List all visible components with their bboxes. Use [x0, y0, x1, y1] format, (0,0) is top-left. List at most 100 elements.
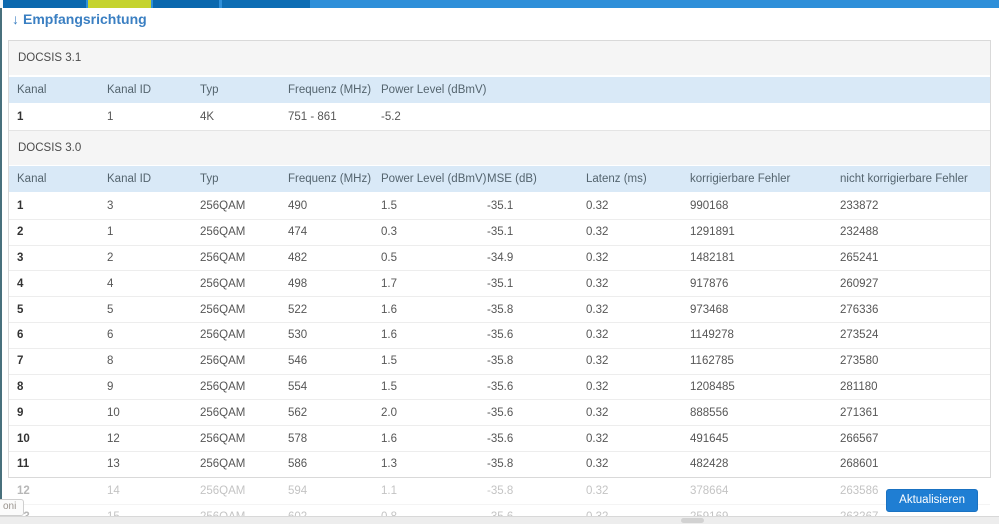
table-cell: 271361	[840, 406, 879, 419]
table-cell: 273580	[840, 355, 879, 368]
table-cell: 554	[288, 380, 308, 393]
refresh-button[interactable]: Aktualisieren	[886, 489, 978, 512]
section-header-docsis31: DOCSIS 3.1	[9, 41, 990, 75]
tab-segment-2[interactable]	[153, 0, 219, 8]
table-row: 9 10 256QAM 562 2.0 -35.6 0.32 888556 271361	[9, 399, 990, 426]
docsis30-table-body: 1 3 256QAM 490 1.5 -35.1 0.32 990168 233872 2 1 256…	[9, 193, 990, 477]
table-cell: 0.32	[586, 432, 609, 445]
table-cell: -35.8	[487, 355, 514, 368]
table-cell: 0.32	[586, 226, 609, 239]
tab-segment-active[interactable]	[88, 0, 151, 8]
table-cell: 751 - 861	[288, 111, 337, 123]
table-cell: 546	[288, 355, 308, 368]
table-cell: 4	[17, 277, 24, 290]
table-cell: 0.32	[586, 329, 609, 342]
table-cell: 256QAM	[200, 406, 246, 419]
tab-segment-3[interactable]	[222, 0, 310, 8]
table-cell: -35.1	[487, 199, 514, 212]
table-cell: 530	[288, 329, 308, 342]
table-cell: 490	[288, 199, 308, 212]
table-cell: -35.6	[487, 406, 514, 419]
table-row: 8 9 256QAM 554 1.5 -35.6 0.32 1208485 281180	[9, 373, 990, 400]
table-cell: 1149278	[690, 329, 734, 342]
table-cell: -34.9	[487, 251, 514, 264]
table-row: 4 4 256QAM 498 1.7 -35.1 0.32 917876 260927	[9, 270, 990, 297]
table-row: 12 14 256QAM 594 1.1 -35.8 0.32 378664 263586	[9, 478, 990, 504]
top-tab-strip	[0, 0, 999, 8]
table-cell: 256QAM	[200, 329, 246, 342]
horizontal-scrollbar-track[interactable]	[0, 516, 999, 524]
table-cell: 0.32	[586, 199, 609, 212]
table-cell: 266567	[840, 432, 879, 445]
table-cell: -35.8	[487, 458, 514, 471]
table-cell: 917876	[690, 277, 729, 290]
column-header: Kanal	[17, 173, 47, 185]
table-cell: 0.32	[586, 406, 609, 419]
table-cell: 3	[107, 199, 114, 212]
table-cell: 6	[17, 329, 24, 342]
table-cell: 1.6	[381, 329, 397, 342]
table-cell: 0.32	[586, 380, 609, 393]
table-cell: 256QAM	[200, 226, 246, 239]
table-cell: 474	[288, 226, 308, 239]
table-cell: -35.1	[487, 226, 514, 239]
table-cell: 1.1	[381, 484, 397, 497]
table-cell: 9	[107, 380, 114, 393]
table-cell: 2	[17, 226, 24, 239]
table-cell: 973468	[690, 303, 729, 316]
table-cell: 12	[107, 432, 120, 445]
table-cell: 0.32	[586, 303, 609, 316]
table-cell: 522	[288, 303, 308, 316]
column-header: Frequenz (MHz)	[288, 173, 372, 185]
table-cell: 1.5	[381, 380, 397, 393]
table-cell: 498	[288, 277, 308, 290]
page-title: ↓ Empfangsrichtung	[12, 11, 147, 27]
table-cell: 256QAM	[200, 277, 246, 290]
table-cell: 14	[107, 484, 120, 497]
table-cell: 2.0	[381, 406, 397, 419]
table-row: 5 5 256QAM 522 1.6 -35.8 0.32 973468 276336	[9, 296, 990, 322]
table-cell: 268601	[840, 458, 879, 471]
table-cell: -35.6	[487, 329, 514, 342]
table-cell: 1.5	[381, 199, 397, 212]
table-cell: 273524	[840, 329, 879, 342]
column-header: Power Level (dBmV)	[381, 84, 487, 96]
horizontal-scrollbar-thumb[interactable]	[681, 518, 704, 523]
column-header: Kanal	[17, 84, 47, 96]
table-cell: 256QAM	[200, 303, 246, 316]
table-cell: 1	[107, 226, 114, 239]
section-header-docsis30: DOCSIS 3.0	[9, 130, 990, 165]
table-row: 1 3 256QAM 490 1.5 -35.1 0.32 990168 233872	[9, 193, 990, 219]
table-cell: 378664	[690, 484, 729, 497]
table-cell: 256QAM	[200, 251, 246, 264]
table-cell: 7	[17, 355, 24, 368]
table-cell: -35.6	[487, 380, 514, 393]
table-cell: 0.3	[381, 226, 397, 239]
table-cell: 4	[107, 277, 114, 290]
table-cell: 260927	[840, 277, 879, 290]
column-header: Kanal ID	[107, 173, 152, 185]
table-cell: 3	[17, 251, 24, 264]
table-cell: -35.8	[487, 303, 514, 316]
table-cell: 10	[107, 406, 120, 419]
table-row: 2 1 256QAM 474 0.3 -35.1 0.32 1291891 232488	[9, 218, 990, 245]
table-cell: -35.6	[487, 432, 514, 445]
table-cell: 1291891	[690, 226, 735, 239]
table-row: 11 13 256QAM 586 1.3 -35.8 0.32 482428 268601	[9, 450, 990, 477]
column-header: nicht korrigierbare Fehler	[840, 173, 968, 185]
table-cell: 5	[107, 303, 114, 316]
section-title: DOCSIS 3.0	[18, 142, 82, 154]
table-row: 6 6 256QAM 530 1.6 -35.6 0.32 1149278 273524	[9, 321, 990, 348]
table-cell: 13	[107, 458, 120, 471]
table-cell: 6	[107, 329, 114, 342]
table-cell: 0.32	[586, 251, 609, 264]
docsis31-table-header: Kanal Kanal ID Typ Frequenz (MHz) Power Leve…	[9, 77, 990, 103]
table-cell: 276336	[840, 303, 879, 316]
column-header: Kanal ID	[107, 84, 152, 96]
table-cell: 1208485	[690, 380, 735, 393]
table-cell: 233872	[840, 199, 879, 212]
tab-segment-1[interactable]	[3, 0, 86, 8]
table-cell: 12	[17, 484, 30, 497]
column-header: Frequenz (MHz)	[288, 84, 372, 96]
table-cell: 2	[107, 251, 114, 264]
